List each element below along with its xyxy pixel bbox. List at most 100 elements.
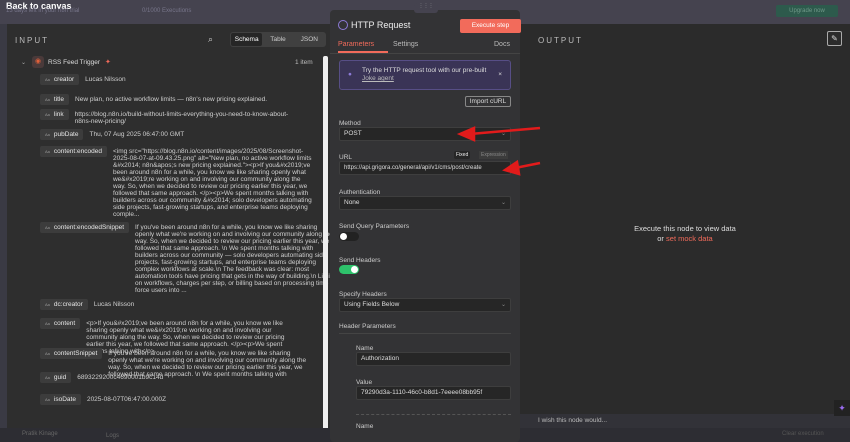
chevron-down-icon[interactable]: ⌄ [21,59,26,66]
mock-line: or set mock data [520,234,850,243]
chevron-down-icon: ⌄ [500,302,506,308]
empty-message: Execute this node to view data [634,224,736,233]
field-key[interactable]: Aa title [40,94,70,105]
key-text: link [53,111,64,118]
schema-row: Aa dc:creator Lucas Nilsson [40,299,354,310]
output-panel: OUTPUT ✎ Execute this node to view data … [520,24,850,428]
set-mock-data-link[interactable]: set mock data [666,234,713,243]
headers-label: Send Headers [339,257,381,264]
ai-sparkle-icon[interactable]: ✦ [834,400,850,416]
bulb-icon: ● [348,71,352,78]
joke-agent-link[interactable]: Joke agent [362,75,394,82]
import-curl-button[interactable]: Import cURL [465,96,511,107]
field-key[interactable]: Aa guid [40,372,72,383]
schema-row: Aa link https://blog.n8n.io/build-without-… [40,109,291,125]
drag-handle[interactable]: ⋮⋮⋮ [414,3,438,13]
input-panel: INPUT ⌕ Schema Table JSON ⌄ ◉ RSS Feed T… [7,24,335,430]
tab-settings[interactable]: Settings [393,41,418,48]
string-type-icon: Aa [45,112,50,117]
header-name-label-2: Name [356,423,374,430]
field-key[interactable]: Aa content:encoded [40,146,107,157]
field-value: https://blog.n8n.io/build-without-limits… [74,111,289,125]
field-key[interactable]: Aa isoDate [40,394,81,405]
header-value-input[interactable]: 79290d3a-1110-46c0-b8d1-7eeee08bb95f [356,386,511,400]
tab-parameters[interactable]: Parameters [338,41,388,53]
query-label: Send Query Parameters [339,223,410,230]
specify-headers-select[interactable]: Using Fields Below ⌄ [339,298,511,312]
schema-row: Aa creator Lucas Nilsson [40,74,345,85]
schema-row: Aa isoDate 2025-08-07T06:47:00.000Z [40,394,347,405]
key-text: content:encoded [53,148,102,155]
url-input[interactable]: https://api.grigora.co/general/api/v1/cm… [339,161,511,175]
field-key[interactable]: Aa content [40,318,81,329]
string-type-icon: Aa [45,397,50,402]
tab-schema[interactable]: Schema [231,33,263,46]
key-text: guid [53,374,67,381]
feedback-input[interactable]: I wish this node would... [538,417,607,424]
parameter-tabs: Parameters Settings Docs [330,41,520,54]
string-type-icon: Aa [45,97,50,102]
header-parameters-label: Header Parameters [339,323,511,334]
tab-table[interactable]: Table [262,33,293,46]
auth-value: None [344,199,360,206]
key-text: creator [53,76,75,83]
send-query-toggle[interactable] [339,232,359,241]
fixed-toggle[interactable]: Fixed [454,151,471,159]
auth-label: Authentication [339,189,381,196]
trial-notice: 13 days left in your n8n trial [6,8,80,14]
divider [356,414,511,415]
key-text: title [53,96,65,103]
auth-select[interactable]: None ⌄ [339,196,511,210]
clear-execution-button[interactable]: Clear execution [782,431,824,437]
edit-icon[interactable]: ✎ [827,31,842,46]
tab-docs[interactable]: Docs [494,41,510,48]
feedback-bar: I wish this node would... [520,414,850,428]
string-type-icon: Aa [45,77,50,82]
logs-tab[interactable]: Logs [106,433,119,439]
pin-icon: ✦ [105,59,111,66]
url-label: URL [339,154,353,161]
upgrade-button[interactable]: Upgrade now [776,5,838,17]
string-type-icon: Aa [45,351,50,356]
field-key[interactable]: Aa link [40,109,69,120]
chevron-down-icon: ⌄ [500,200,506,206]
schema-row: Aa content:encodedSnippet If you've been a… [40,222,335,294]
field-key[interactable]: Aa content:encodedSnippet [40,222,130,233]
method-select[interactable]: POST ⌄ [339,127,511,141]
scrollbar[interactable] [323,56,328,430]
field-key[interactable]: Aa dc:creator [40,299,88,310]
field-value: Lucas Nilsson [85,76,126,83]
search-icon[interactable]: ⌕ [208,34,213,45]
field-value: 6893229200c4690001b9c14d [77,374,164,381]
globe-icon [338,20,348,30]
input-title: INPUT [15,36,49,45]
schema-row: Aa pubDate Thu, 07 Aug 2025 06:47:00 GMT [40,129,349,140]
specify-value: Using Fields Below [344,301,400,308]
expression-toggle[interactable]: Expression [479,151,508,159]
send-headers-toggle[interactable] [339,265,359,274]
field-key[interactable]: Aa pubDate [40,129,84,140]
field-key[interactable]: Aa creator [40,74,80,85]
method-label: Method [339,120,361,127]
view-switcher: Schema Table JSON [230,32,326,47]
field-value: <img src="https://blog.n8n.io/content/im… [112,148,312,218]
key-text: pubDate [53,131,79,138]
header-value-label: Value [356,379,373,386]
field-value: If you've been around n8n for a while, y… [135,224,335,294]
close-icon[interactable]: × [498,71,502,79]
chevron-down-icon: ⌄ [500,131,506,137]
key-text: contentSnippet [53,350,98,357]
field-key[interactable]: Aa contentSnippet [40,348,103,359]
key-text: isoDate [53,396,76,403]
execute-step-button[interactable]: Execute step [460,19,521,33]
field-value: Lucas Nilsson [93,301,135,308]
node-title: HTTP Request [351,20,411,30]
key-text: content:encodedSnippet [53,224,125,231]
field-value: New plan, no active workflow limits — n8… [75,96,268,103]
header-name-input[interactable]: Authorization [356,352,511,366]
field-value: 2025-08-07T06:47:00.000Z [86,396,167,403]
tab-json[interactable]: JSON [294,33,325,46]
joke-agent-banner: Try the HTTP request tool with our pre-b… [339,60,511,90]
banner-text: Try the HTTP request tool with our pre-b… [362,67,487,74]
specify-headers-label: Specify Headers [339,291,387,298]
